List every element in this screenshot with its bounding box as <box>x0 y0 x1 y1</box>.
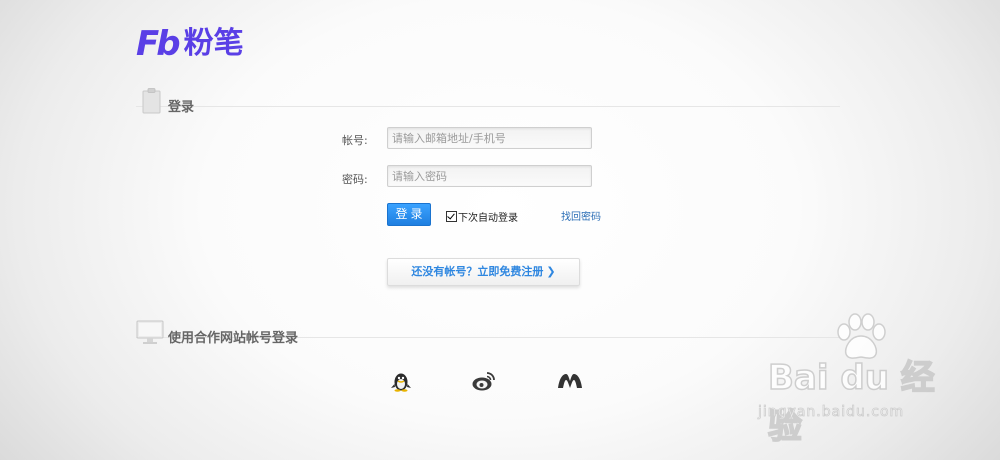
remember-label: 下次自动登录 <box>458 213 518 224</box>
qq-penguin-icon[interactable] <box>388 370 414 392</box>
watermark-url: jingyan.baidu.com <box>758 404 905 421</box>
register-button[interactable]: 还没有帐号？立即免费注册 ❯ <box>387 258 580 286</box>
remember-me[interactable]: 下次自动登录 <box>446 209 518 224</box>
section-divider <box>136 106 840 107</box>
password-input[interactable] <box>387 165 592 187</box>
weibo-icon[interactable] <box>471 370 497 392</box>
forgot-password-link[interactable]: 找回密码 <box>561 208 601 223</box>
account-input[interactable] <box>387 127 592 149</box>
login-button[interactable]: 登录 <box>387 203 431 226</box>
logo-mark: Fb <box>136 24 181 64</box>
account-label: 帐号: <box>342 134 368 147</box>
partner-section-title: 使用合作网站帐号登录 <box>168 331 299 346</box>
remember-checkbox[interactable] <box>446 211 457 222</box>
clipboard-icon <box>142 88 161 114</box>
login-section-header: 登录 <box>136 88 840 118</box>
monitor-icon <box>136 320 164 344</box>
chevron-right-icon: ❯ <box>546 265 556 278</box>
login-section-title: 登录 <box>168 100 195 115</box>
register-label: 还没有帐号？立即免费注册 <box>411 265 544 278</box>
brand-logo[interactable]: Fb 粉笔 <box>136 26 244 62</box>
partner-section-header: 使用合作网站帐号登录 <box>136 320 840 349</box>
logo-text: 粉笔 <box>183 26 244 61</box>
watermark: Bai du 经验 jingyan.baidu.com <box>758 313 948 448</box>
password-label: 密码: <box>342 173 368 186</box>
renren-icon[interactable] <box>556 370 584 392</box>
watermark-main: Bai du 经验 <box>767 357 935 448</box>
